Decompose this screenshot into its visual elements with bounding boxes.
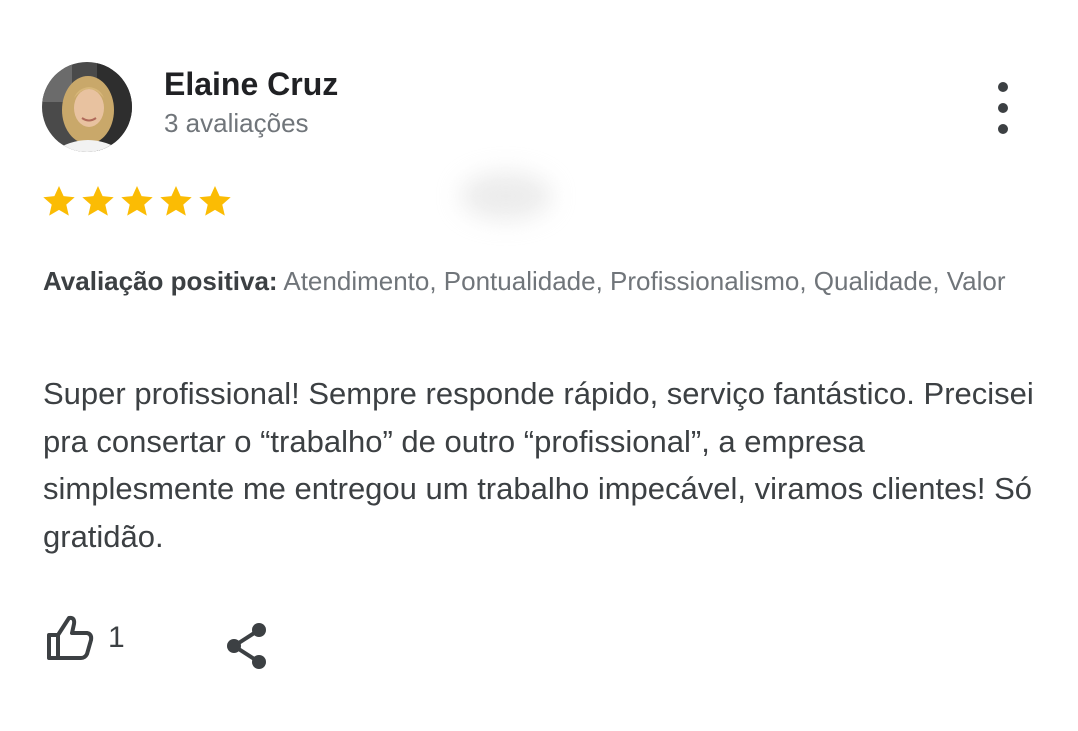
positive-review-label: Avaliação positiva: (43, 266, 278, 296)
more-options-button[interactable] (984, 82, 1022, 134)
thumbs-up-icon (47, 615, 94, 660)
positive-review-values: Atendimento, Pontualidade, Profissionali… (277, 266, 1006, 296)
like-button[interactable]: 1 (44, 614, 125, 662)
star-icon (160, 185, 192, 216)
star-icon (82, 185, 114, 216)
blur-artifact (460, 172, 552, 220)
star-icon (121, 185, 153, 216)
reviewer-name[interactable]: Elaine Cruz (164, 66, 338, 103)
share-icon (227, 623, 266, 669)
more-vert-icon (998, 82, 1008, 92)
positive-review-attributes: Avaliação positiva: Atendimento, Pontual… (43, 262, 1033, 300)
star-icon (43, 185, 75, 216)
review-card: Elaine Cruz 3 avaliações Avaliação posit… (0, 0, 1078, 731)
avatar[interactable] (42, 62, 132, 152)
review-count: 3 avaliações (164, 108, 309, 138)
share-button[interactable] (222, 620, 272, 672)
star-rating (40, 182, 234, 220)
like-count: 1 (108, 621, 125, 654)
review-text: Super profissional! Sempre responde rápi… (43, 376, 1034, 554)
star-icon (199, 185, 231, 216)
